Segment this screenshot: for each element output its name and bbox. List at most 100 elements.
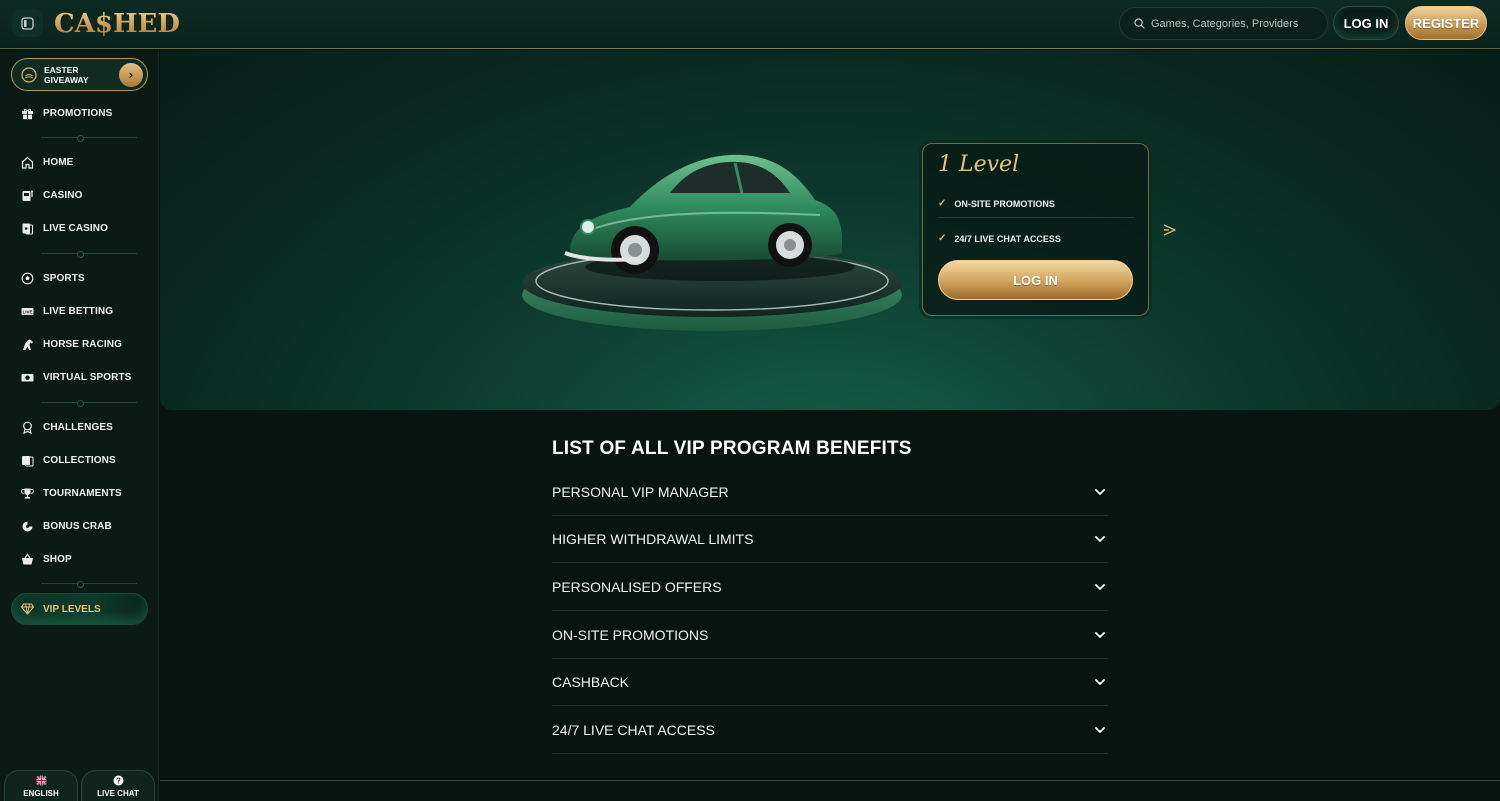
sidebar-toggle-icon bbox=[21, 16, 34, 30]
footer-divider bbox=[160, 780, 1500, 781]
sidebar-item-label: VIP LEVELS bbox=[43, 603, 101, 615]
live-icon: LIVE bbox=[20, 304, 34, 318]
benefit-accordion-label: PERSONALISED OFFERS bbox=[552, 578, 722, 595]
badge-icon bbox=[20, 420, 34, 434]
egg-icon bbox=[21, 66, 37, 83]
benefit-accordion-item[interactable]: PERSONALISED OFFERS bbox=[552, 563, 1108, 611]
level-benefit-label: 24/7 LIVE CHAT ACCESS bbox=[954, 233, 1061, 244]
cards-icon bbox=[20, 221, 34, 235]
benefit-accordion-label: CASHBACK bbox=[552, 673, 630, 690]
claw-icon bbox=[20, 519, 34, 533]
collection-icon bbox=[20, 453, 34, 467]
live-chat-label: LIVE CHAT bbox=[97, 788, 139, 798]
sidebar-item-horse-racing[interactable]: HORSE RACING bbox=[20, 335, 122, 353]
sidebar-item-tournaments[interactable]: TOURNAMENTS bbox=[20, 484, 122, 502]
benefit-accordion-item[interactable]: HIGHER WITHDRAWAL LIMITS bbox=[552, 515, 1108, 563]
sidebar-item-virtual-sports[interactable]: VIRTUAL SPORTS bbox=[20, 368, 131, 386]
sidebar-item-label: CHALLENGES bbox=[43, 421, 113, 433]
sidebar-item-label: TOURNAMENTS bbox=[43, 487, 122, 499]
uk-flag-icon bbox=[35, 775, 47, 785]
gift-icon bbox=[20, 106, 34, 120]
sidebar-item-label: HORSE RACING bbox=[43, 338, 122, 350]
check-icon: ✓ bbox=[938, 198, 947, 209]
header-login-button[interactable]: LOG IN bbox=[1333, 6, 1399, 40]
basket-icon bbox=[20, 552, 34, 566]
divider bbox=[938, 217, 1134, 218]
language-label: ENGLISH bbox=[23, 788, 59, 798]
search-icon bbox=[1134, 18, 1145, 29]
benefit-accordion-label: 24/7 LIVE CHAT ACCESS bbox=[552, 721, 715, 738]
check-icon: ✓ bbox=[938, 233, 947, 244]
top-header: CA$HED LOG IN REGISTER bbox=[0, 0, 1500, 49]
slot-machine-icon bbox=[20, 188, 34, 202]
sidebar-item-label: SPORTS bbox=[43, 272, 85, 284]
benefit-accordion-item[interactable]: 24/7 LIVE CHAT ACCESS bbox=[552, 706, 1108, 754]
site-logo[interactable]: CA$HED bbox=[54, 7, 180, 41]
sidebar-item-live-casino[interactable]: LIVE CASINO bbox=[20, 219, 108, 237]
sidebar-item-label: BONUS CRAB bbox=[43, 520, 112, 532]
next-level-arrow-icon[interactable] bbox=[1161, 221, 1179, 239]
sidebar-item-label: LIVE CASINO bbox=[43, 222, 108, 234]
easter-giveaway-button[interactable]: EASTER GIVEAWAY › bbox=[11, 58, 148, 91]
search-input[interactable] bbox=[1151, 17, 1321, 30]
divider bbox=[41, 135, 137, 142]
language-selector[interactable]: ENGLISH bbox=[4, 770, 78, 801]
divider bbox=[41, 581, 137, 588]
sidebar-item-challenges[interactable]: CHALLENGES bbox=[20, 418, 113, 436]
level-benefit: ✓ ON-SITE PROMOTIONS bbox=[938, 198, 1055, 209]
help-icon: ? bbox=[113, 775, 123, 785]
sidebar-item-label: CASINO bbox=[43, 189, 83, 201]
benefit-accordion-label: HIGHER WITHDRAWAL LIMITS bbox=[552, 530, 754, 547]
benefit-accordion-item[interactable]: CASHBACK bbox=[552, 658, 1108, 706]
sidebar-item-label: COLLECTIONS bbox=[43, 454, 116, 466]
divider bbox=[41, 400, 137, 407]
easter-giveaway-label: EASTER GIVEAWAY bbox=[44, 64, 89, 85]
sidebar-item-label: SHOP bbox=[43, 553, 72, 565]
benefit-accordion-item[interactable]: ON-SITE PROMOTIONS bbox=[552, 611, 1108, 659]
chevron-down-icon bbox=[1095, 726, 1105, 733]
search-box[interactable] bbox=[1119, 7, 1328, 40]
sidebar-item-label: PROMOTIONS bbox=[43, 107, 113, 119]
level-benefit: ✓ 24/7 LIVE CHAT ACCESS bbox=[938, 233, 1061, 244]
diamond-icon bbox=[21, 603, 34, 615]
horse-icon bbox=[20, 337, 34, 351]
hero-login-button[interactable]: LOG IN bbox=[938, 260, 1133, 300]
sidebar-item-label: LIVE BETTING bbox=[43, 305, 114, 317]
vip-level-hero: 1 Level ✓ ON-SITE PROMOTIONS ✓ 24/7 LIVE… bbox=[160, 50, 1500, 410]
soccer-ball-icon bbox=[20, 271, 34, 285]
virtual-icon bbox=[20, 370, 34, 384]
level-benefit-label: ON-SITE PROMOTIONS bbox=[954, 198, 1055, 209]
sidebar-item-live-betting[interactable]: LIVE LIVE BETTING bbox=[20, 302, 113, 320]
benefit-accordion-item[interactable]: PERSONAL VIP MANAGER bbox=[552, 468, 1108, 516]
sidebar-item-home[interactable]: HOME bbox=[20, 153, 73, 171]
benefits-title: LIST OF ALL VIP PROGRAM BENEFITS bbox=[552, 438, 912, 459]
sidebar-item-collections[interactable]: COLLECTIONS bbox=[20, 451, 116, 469]
home-icon bbox=[20, 155, 34, 169]
sidebar-item-sports[interactable]: SPORTS bbox=[20, 269, 85, 287]
sidebar-item-bonus-crab[interactable]: BONUS CRAB bbox=[20, 517, 112, 535]
chevron-right-icon: › bbox=[119, 62, 143, 87]
svg-text:?: ? bbox=[116, 776, 121, 785]
vip-level-card: 1 Level ✓ ON-SITE PROMOTIONS ✓ 24/7 LIVE… bbox=[922, 143, 1149, 316]
sidebar-item-vip-levels[interactable]: VIP LEVELS bbox=[11, 593, 148, 625]
chevron-down-icon bbox=[1095, 678, 1105, 685]
benefit-accordion-label: PERSONAL VIP MANAGER bbox=[552, 483, 729, 500]
sidebar-toggle-button[interactable] bbox=[12, 9, 43, 37]
svg-text:LIVE: LIVE bbox=[22, 309, 32, 314]
chevron-down-icon bbox=[1095, 488, 1105, 495]
benefit-accordion-label: ON-SITE PROMOTIONS bbox=[552, 626, 709, 643]
sidebar-item-casino[interactable]: CASINO bbox=[20, 186, 83, 204]
chevron-down-icon bbox=[1095, 631, 1105, 638]
live-chat-button[interactable]: ? LIVE CHAT bbox=[81, 770, 155, 801]
sidebar-item-shop[interactable]: SHOP bbox=[20, 550, 72, 568]
trophy-icon bbox=[20, 486, 34, 500]
sidebar-item-promotions[interactable]: PROMOTIONS bbox=[20, 104, 112, 122]
car-image bbox=[522, 154, 902, 331]
level-title: 1 Level bbox=[938, 152, 1020, 177]
chevron-down-icon bbox=[1095, 535, 1105, 542]
chevron-down-icon bbox=[1095, 583, 1105, 590]
sidebar: EASTER GIVEAWAY › PROMOTIONS HOME CASINO… bbox=[0, 50, 159, 801]
sidebar-item-label: HOME bbox=[43, 156, 74, 168]
header-register-button[interactable]: REGISTER bbox=[1405, 6, 1487, 40]
divider bbox=[41, 251, 137, 258]
